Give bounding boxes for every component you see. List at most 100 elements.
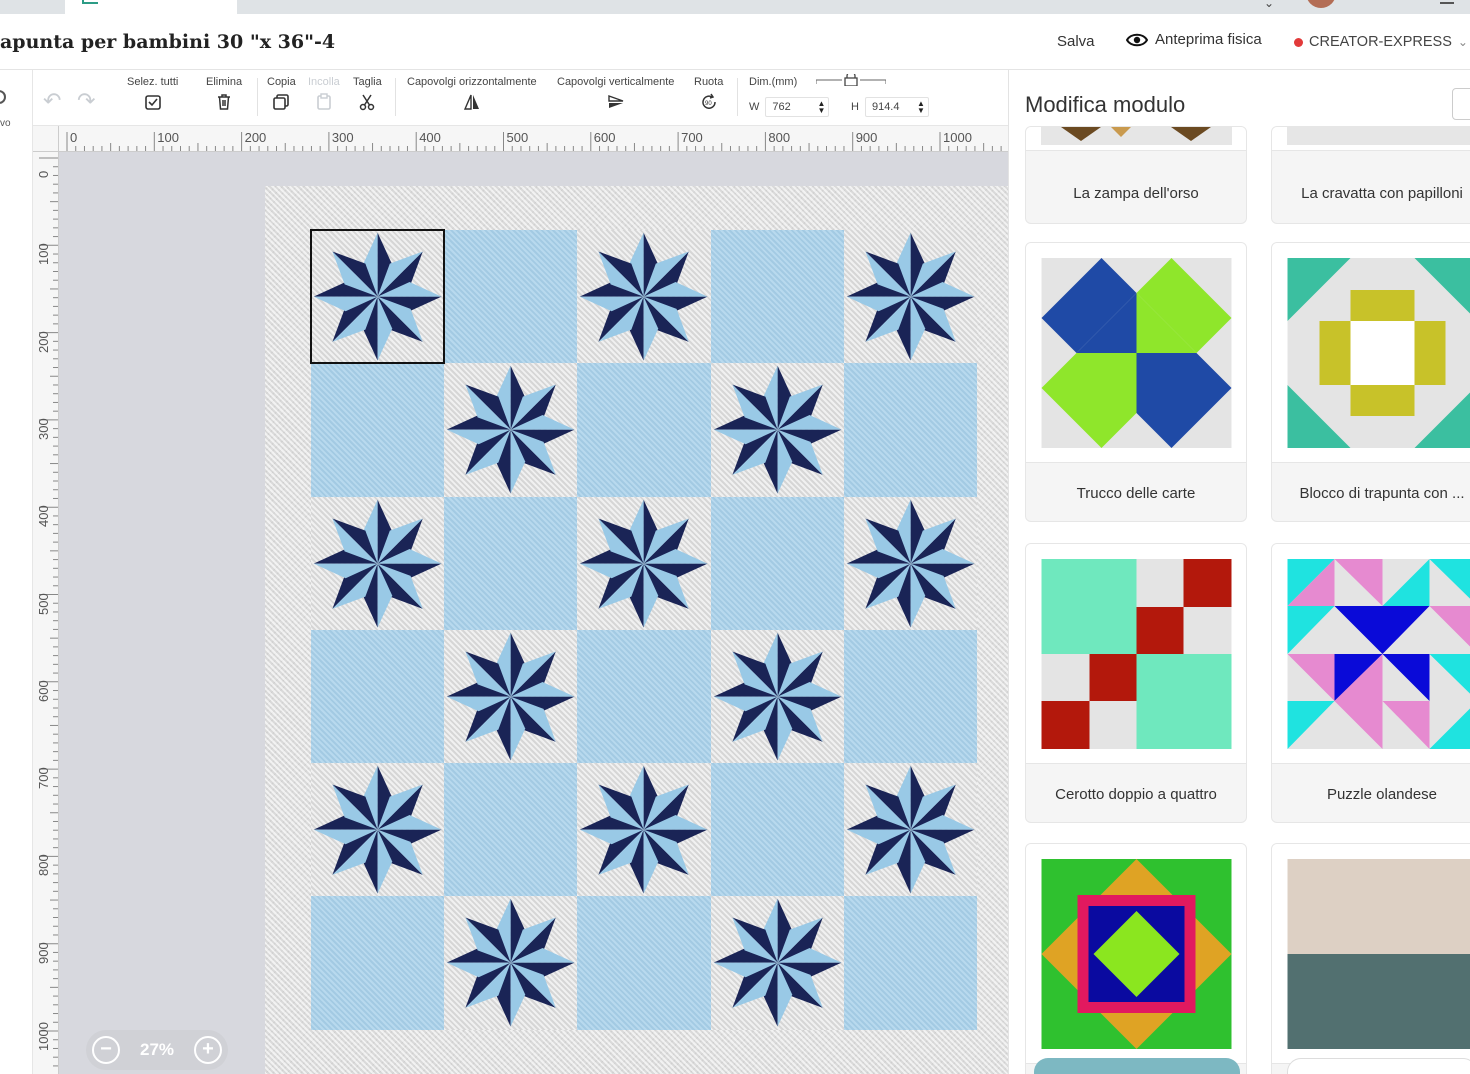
cut-button[interactable]: Taglia (353, 76, 382, 111)
stepper-icon[interactable]: ▲ ▼ (817, 100, 825, 115)
copy-label: Copia (267, 76, 296, 88)
star-block[interactable] (311, 763, 445, 897)
bowtie-thumbnail (1287, 127, 1470, 145)
lock-icon[interactable] (816, 74, 886, 86)
minimize-icon[interactable] (1440, 2, 1454, 4)
stepper-icon[interactable]: ▲ ▼ (917, 100, 925, 115)
ruler-label: 200 (36, 330, 51, 353)
plain-block[interactable] (444, 496, 578, 630)
star-motif (446, 632, 575, 761)
star-block[interactable] (311, 496, 445, 630)
star-block[interactable] (843, 763, 977, 897)
flip-vertical-button[interactable]: Capovolgi verticalmente (557, 76, 674, 111)
ruler-label: 500 (506, 130, 529, 145)
card-caption: Trucco delle carte (1076, 485, 1196, 502)
design-canvas[interactable] (59, 152, 1008, 1074)
plain-block[interactable] (577, 896, 711, 1030)
plain-block[interactable] (710, 763, 844, 897)
block-card[interactable] (1025, 843, 1247, 1074)
width-value: 762 (772, 101, 791, 113)
star-motif (713, 366, 842, 494)
plain-block[interactable] (444, 230, 578, 364)
secondary-button[interactable] (1287, 1058, 1470, 1074)
redo-icon[interactable]: ↷ (77, 88, 95, 114)
status-dot-icon (1294, 37, 1303, 47)
block-card[interactable]: La zampa dell'orso (1025, 126, 1247, 224)
plain-block[interactable] (311, 629, 445, 764)
left-tool-strip: vo (0, 70, 33, 1074)
star-block[interactable] (710, 363, 844, 497)
tool-icon[interactable] (0, 90, 6, 104)
select-all-button[interactable]: Selez. tutti (127, 76, 178, 111)
star-block[interactable] (577, 230, 711, 364)
chevron-down-icon: ⌄ (1457, 35, 1468, 49)
block-card[interactable]: Puzzle olandese (1271, 543, 1470, 823)
star-block[interactable] (444, 629, 578, 764)
plain-block[interactable] (843, 629, 977, 764)
star-motif (446, 366, 575, 494)
save-button[interactable]: Salva (1057, 33, 1095, 50)
rotate-button[interactable]: Ruota 90 (694, 76, 723, 111)
width-input[interactable]: 762 ▲ ▼ (765, 97, 830, 117)
block-card[interactable]: Cerotto doppio a quattro (1025, 543, 1247, 823)
select-all-icon (144, 95, 161, 110)
undo-icon[interactable]: ↶ (43, 88, 61, 114)
panel-close-button[interactable] (1452, 88, 1470, 120)
card-thumbnail-area (1272, 127, 1470, 151)
star-block[interactable] (444, 363, 578, 497)
block-card[interactable]: Blocco di trapunta con ... (1271, 242, 1470, 522)
plain-block[interactable] (444, 763, 578, 897)
machine-selector[interactable]: CREATOR-EXPRESS ⌄ (1294, 34, 1468, 50)
ruler-label: 0 (36, 170, 51, 178)
star-motif (313, 765, 442, 894)
zoom-in-button[interactable]: + (194, 1036, 222, 1064)
vertical-ruler: 0 100 200 300 400 500 600 700 800 900 1000 (33, 152, 59, 1074)
ruler-label: 1000 (36, 1022, 51, 1051)
chevron-down-icon[interactable]: ⌄ (1264, 0, 1274, 10)
star-block[interactable] (710, 896, 844, 1030)
plain-block[interactable] (843, 363, 977, 497)
apply-button[interactable] (1034, 1058, 1240, 1074)
eye-icon (1126, 33, 1148, 46)
star-block[interactable] (710, 629, 844, 764)
flip-vertical-label: Capovolgi verticalmente (557, 76, 675, 88)
height-input[interactable]: 914.4 ▲ ▼ (864, 97, 929, 117)
machine-name: CREATOR-EXPRESS (1309, 34, 1452, 50)
block-card[interactable]: La cravatta con papilloni (1271, 126, 1470, 224)
height-label: H (851, 101, 859, 113)
ruler-label: 100 (36, 243, 51, 266)
ruler-label: 800 (36, 854, 51, 877)
plain-block[interactable] (577, 363, 711, 497)
plain-block[interactable] (710, 496, 844, 630)
star-block[interactable] (309, 228, 446, 365)
zoom-out-button[interactable]: − (92, 1036, 120, 1064)
avatar[interactable] (1306, 0, 1336, 8)
flip-horizontal-button[interactable]: Capovolgi orizzontalmente (407, 76, 537, 111)
select-all-label: Selez. tutti (127, 76, 179, 88)
paste-button[interactable]: Incolla (308, 76, 340, 111)
physical-preview-button[interactable]: Anteprima fisica (1126, 31, 1262, 48)
star-block[interactable] (577, 763, 711, 897)
star-block[interactable] (843, 496, 977, 630)
edit-toolbar: ↶ ↷ Selez. tutti Elimina Copia Incolla T… (33, 70, 1008, 126)
plain-block[interactable] (311, 363, 445, 497)
scissors-icon (360, 94, 375, 111)
ruler-label: 300 (331, 130, 354, 145)
plain-block[interactable] (577, 629, 711, 764)
delete-button[interactable]: Elimina (206, 76, 242, 111)
star-block[interactable] (577, 496, 711, 630)
block-card[interactable]: Trucco delle carte (1025, 242, 1247, 522)
plain-block[interactable] (710, 230, 844, 364)
toolbar-divider (737, 78, 738, 116)
ruler-label: 800 (768, 130, 791, 145)
block-card[interactable] (1271, 843, 1470, 1074)
plain-block[interactable] (843, 896, 977, 1030)
copy-button[interactable]: Copia (267, 76, 296, 111)
churn-dash-thumbnail (1287, 258, 1470, 448)
plain-block[interactable] (311, 896, 445, 1030)
star-block[interactable] (444, 896, 578, 1030)
card-thumbnail-area (1272, 544, 1470, 764)
card-caption: Puzzle olandese (1326, 786, 1438, 803)
height-value: 914.4 (871, 101, 900, 113)
star-block[interactable] (843, 230, 977, 364)
